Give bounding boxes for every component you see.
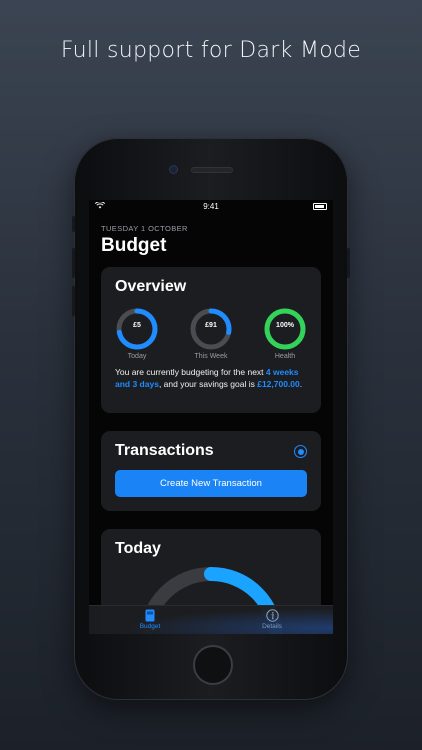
summary-savings-goal: £12,700.00 — [257, 379, 300, 389]
status-time: 9:41 — [203, 202, 219, 211]
phone-frame: 9:41 TUESDAY 1 OCTOBER Budget Overview £… — [72, 138, 350, 700]
home-button[interactable] — [193, 645, 233, 685]
ring-this-week-value: £91 — [205, 322, 217, 329]
ring-health[interactable]: 100% Health — [263, 307, 307, 360]
phone-mute-switch — [72, 216, 75, 232]
tab-details[interactable]: Details — [211, 609, 333, 630]
earpiece-speaker — [191, 167, 233, 173]
ring-today[interactable]: £5 Today — [115, 307, 159, 360]
phone-power-button — [347, 248, 350, 278]
ring-this-week[interactable]: £91 This Week — [189, 307, 233, 360]
overview-title: Overview — [115, 278, 187, 295]
transactions-title: Transactions — [115, 442, 214, 459]
app-screen: 9:41 TUESDAY 1 OCTOBER Budget Overview £… — [89, 200, 333, 634]
ring-health-chart — [264, 308, 306, 350]
ring-this-week-chart — [190, 308, 232, 350]
ring-today-value: £5 — [133, 322, 141, 329]
info-icon — [211, 609, 333, 622]
battery-icon — [313, 203, 327, 210]
create-transaction-button[interactable]: Create New Transaction — [115, 470, 307, 497]
phone-volume-down — [72, 286, 75, 316]
ring-health-label: Health — [274, 353, 296, 360]
budget-icon — [89, 609, 211, 622]
summary-text-end: . — [299, 379, 303, 389]
tab-budget-label: Budget — [139, 623, 161, 630]
phone-volume-up — [72, 248, 75, 278]
summary-text-pre: You are currently budgeting for the next — [115, 367, 266, 377]
summary-text-mid: , and your savings goal is — [158, 379, 258, 389]
tab-bar: Budget Details — [89, 605, 333, 634]
overview-card: Overview £5 Today £91 This Week 100% Hea… — [101, 267, 321, 413]
ring-today-chart — [116, 308, 158, 350]
overview-summary: You are currently budgeting for the next… — [115, 366, 311, 390]
ring-this-week-label: This Week — [194, 353, 228, 360]
tab-budget[interactable]: Budget — [89, 609, 211, 630]
tab-details-label: Details — [262, 623, 282, 630]
page-title: Budget — [101, 235, 167, 256]
header-date: TUESDAY 1 OCTOBER — [101, 224, 188, 233]
transactions-card: Transactions Create New Transaction — [101, 431, 321, 511]
status-bar: 9:41 — [89, 200, 333, 212]
ring-today-label: Today — [127, 353, 147, 360]
ring-health-progress — [264, 308, 306, 350]
front-camera — [169, 165, 178, 174]
headline: Full support for Dark Mode — [60, 38, 362, 63]
ring-health-value: 100% — [276, 322, 294, 329]
radio-selected-icon[interactable] — [294, 445, 307, 458]
